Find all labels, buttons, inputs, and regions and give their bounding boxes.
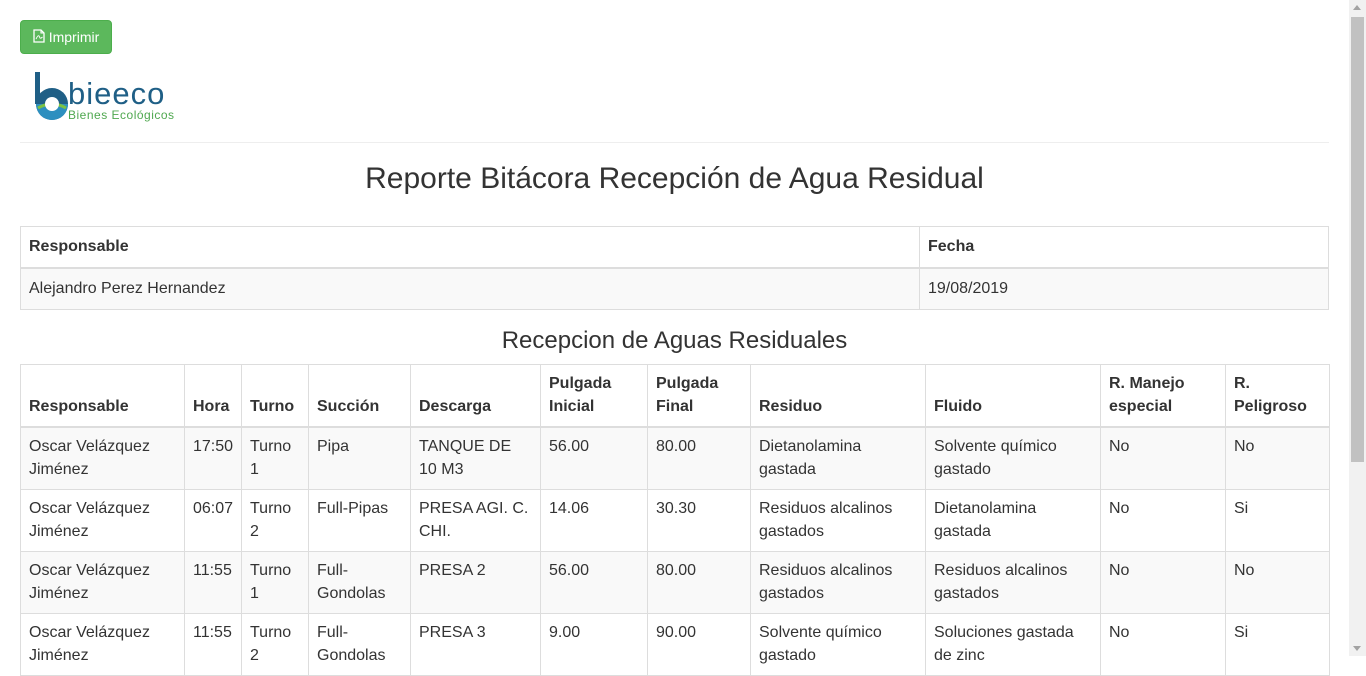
column-header: Pulgada Final (647, 364, 751, 428)
table-cell: 80.00 (647, 426, 751, 490)
vertical-scrollbar[interactable] (1349, 0, 1366, 656)
table-cell: No (1100, 489, 1226, 552)
meta-header-responsable: Responsable (20, 226, 920, 269)
file-pdf-icon (33, 28, 45, 46)
table-cell: Solvente químico gastado (750, 613, 926, 676)
table-cell: 06:07 (184, 489, 242, 552)
table-row: Oscar Velázquez Jiménez 06:07 Turno 2 Fu… (20, 489, 1330, 552)
meta-value-fecha: 19/08/2019 (919, 267, 1329, 310)
table-cell: Oscar Velázquez Jiménez (20, 426, 185, 490)
column-header: Hora (184, 364, 242, 428)
table-header-row: Responsable Hora Turno Succión Descarga … (20, 364, 1330, 428)
column-header: Responsable (20, 364, 185, 428)
table-cell: Pipa (308, 426, 411, 490)
table-cell: No (1225, 426, 1330, 490)
reception-table: Responsable Hora Turno Succión Descarga … (20, 364, 1330, 676)
table-cell: Turno 2 (241, 489, 309, 552)
table-cell: Dietanolamina gastada (750, 426, 926, 490)
table-cell: 56.00 (540, 551, 648, 614)
table-cell: Turno 1 (241, 426, 309, 490)
scrollbar-thumb[interactable] (1351, 17, 1364, 462)
column-header: Residuo (750, 364, 926, 428)
meta-value-responsable: Alejandro Perez Hernandez (20, 267, 920, 310)
logo-tagline: Bienes Ecológicos (68, 108, 175, 122)
divider (20, 142, 1329, 143)
table-cell: 90.00 (647, 613, 751, 676)
table-cell: PRESA AGI. C. CHI. (410, 489, 541, 552)
column-header: R. Peligroso (1225, 364, 1330, 428)
company-logo: bieeco Bienes Ecológicos (32, 70, 202, 126)
table-cell: Turno 2 (241, 613, 309, 676)
table-cell: Residuos alcalinos gastados (750, 551, 926, 614)
column-header: Turno (241, 364, 309, 428)
table-cell: No (1100, 613, 1226, 676)
scroll-up-arrow-icon[interactable] (1353, 5, 1361, 10)
column-header: Pulgada Inicial (540, 364, 648, 428)
table-cell: Full-Gondolas (308, 551, 411, 614)
section-title: Recepcion de Aguas Residuales (501, 327, 848, 354)
table-cell: Full-Pipas (308, 489, 411, 552)
table-cell: No (1100, 426, 1226, 490)
table-cell: No (1225, 551, 1330, 614)
table-cell: 14.06 (540, 489, 648, 552)
print-button-label: Imprimir (48, 29, 100, 45)
table-cell: Residuos alcalinos gastados (925, 551, 1101, 614)
table-cell: Turno 1 (241, 551, 309, 614)
table-cell: Soluciones gastada de zinc (925, 613, 1101, 676)
column-header: Succión (308, 364, 411, 428)
table-cell: 11:55 (184, 551, 242, 614)
table-cell: Full-Gondolas (308, 613, 411, 676)
table-cell: Oscar Velázquez Jiménez (20, 489, 185, 552)
print-button[interactable]: Imprimir (20, 20, 112, 54)
table-cell: 30.30 (647, 489, 751, 552)
page-title: Reporte Bitácora Recepción de Agua Resid… (365, 162, 984, 195)
table-cell: Si (1225, 613, 1330, 676)
meta-value-row: Alejandro Perez Hernandez 19/08/2019 (20, 267, 1329, 310)
table-cell: Oscar Velázquez Jiménez (20, 613, 185, 676)
table-cell: TANQUE DE 10 M3 (410, 426, 541, 490)
column-header: Descarga (410, 364, 541, 428)
table-cell: Oscar Velázquez Jiménez (20, 551, 185, 614)
column-header: R. Manejo especial (1100, 364, 1226, 428)
meta-header-row: Responsable Fecha (20, 226, 1329, 269)
table-cell: Residuos alcalinos gastados (750, 489, 926, 552)
table-cell: Dietanolamina gastada (925, 489, 1101, 552)
table-cell: 80.00 (647, 551, 751, 614)
table-cell: PRESA 3 (410, 613, 541, 676)
table-row: Oscar Velázquez Jiménez 11:55 Turno 1 Fu… (20, 551, 1330, 614)
table-cell: PRESA 2 (410, 551, 541, 614)
meta-header-fecha: Fecha (919, 226, 1329, 269)
logo-mark-icon (35, 72, 68, 120)
table-cell: Solvente químico gastado (925, 426, 1101, 490)
table-cell: Si (1225, 489, 1330, 552)
report-meta-table: Responsable Fecha Alejandro Perez Hernan… (20, 226, 1329, 310)
table-row: Oscar Velázquez Jiménez 17:50 Turno 1 Pi… (20, 426, 1330, 490)
table-cell: 11:55 (184, 613, 242, 676)
table-cell: 17:50 (184, 426, 242, 490)
column-header: Fluido (925, 364, 1101, 428)
table-cell: No (1100, 551, 1226, 614)
logo-brand: bieeco (68, 76, 166, 111)
scroll-down-arrow-icon[interactable] (1353, 646, 1361, 651)
table-cell: 9.00 (540, 613, 648, 676)
table-row: Oscar Velázquez Jiménez 11:55 Turno 2 Fu… (20, 613, 1330, 676)
table-cell: 56.00 (540, 426, 648, 490)
